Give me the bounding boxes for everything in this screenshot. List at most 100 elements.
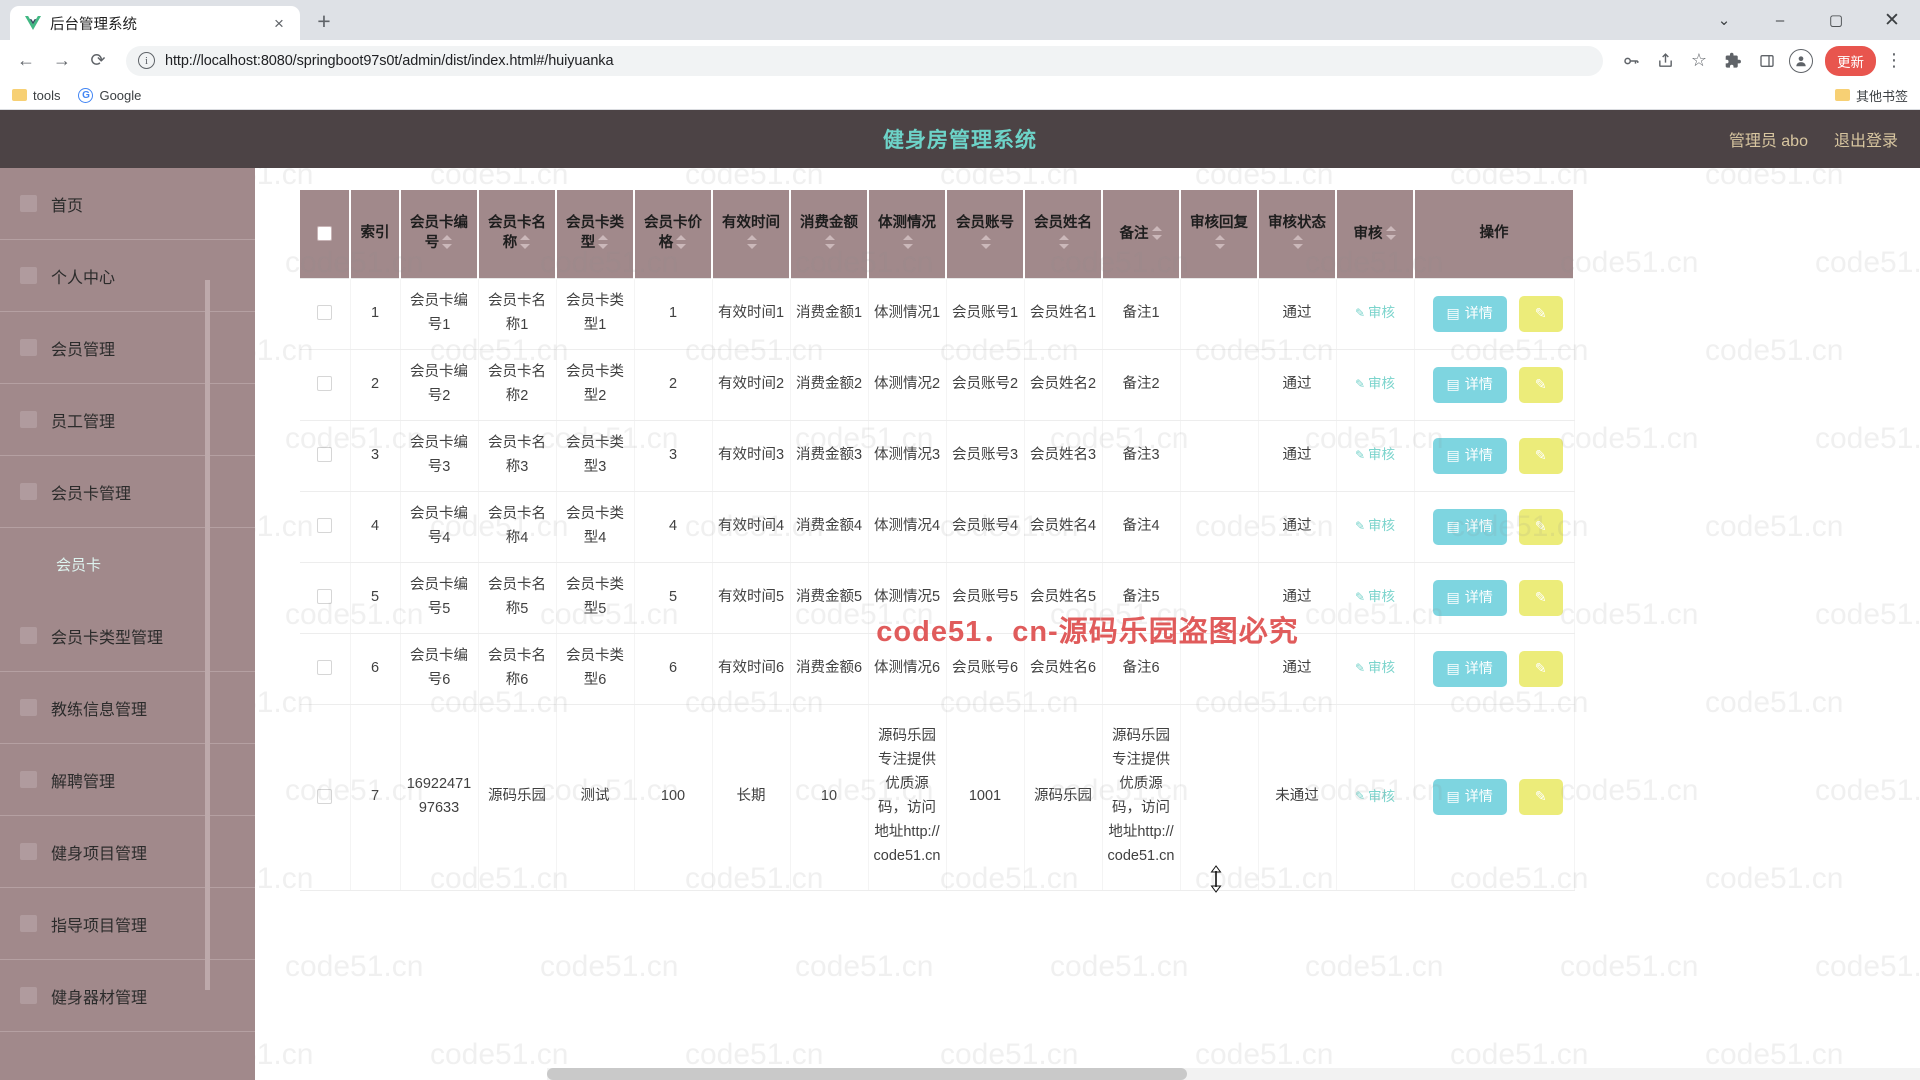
browser-menu-icon[interactable]: ⋮	[1878, 45, 1910, 77]
row-select-cell[interactable]	[300, 420, 351, 492]
detail-button[interactable]: ▤ 详情	[1432, 508, 1507, 545]
row-select-cell[interactable]	[300, 562, 351, 634]
sort-icon[interactable]	[1385, 224, 1397, 244]
row-checkbox[interactable]	[317, 447, 333, 463]
edit-button[interactable]: ✎	[1518, 295, 1563, 332]
sort-icon[interactable]	[1293, 233, 1304, 253]
sidebar-item-10[interactable]: 指导项目管理	[0, 888, 255, 960]
site-info-icon[interactable]: i	[138, 52, 155, 69]
cell-audit-action[interactable]: ✎ 审核	[1336, 491, 1415, 563]
sidebar-item-1[interactable]: 个人中心	[0, 240, 255, 312]
sort-icon[interactable]	[520, 233, 531, 253]
row-checkbox[interactable]	[317, 660, 333, 676]
sort-icon[interactable]	[1059, 233, 1070, 253]
detail-button[interactable]: ▤ 详情	[1432, 579, 1507, 616]
audit-link[interactable]: ✎ 审核	[1355, 302, 1395, 324]
side-panel-icon[interactable]	[1751, 45, 1783, 77]
star-icon[interactable]: ☆	[1683, 45, 1715, 77]
column-header-审核回复[interactable]: 审核回复	[1180, 190, 1259, 279]
row-checkbox[interactable]	[317, 788, 333, 804]
row-select-cell[interactable]	[300, 278, 351, 350]
edit-button[interactable]: ✎	[1518, 437, 1563, 474]
table-row[interactable]: 2 会员卡编号2 会员卡名称2 会员卡类型2 2 有效时间2 消费金额2 体测情况2 会员账号2…	[300, 349, 1575, 421]
audit-link[interactable]: ✎ 审核	[1355, 586, 1395, 608]
column-header-有效时间[interactable]: 有效时间	[712, 190, 791, 279]
close-window-button[interactable]: ✕	[1864, 0, 1920, 40]
sidebar-item-2[interactable]: 会员管理	[0, 312, 255, 384]
column-header-备注[interactable]: 备注	[1102, 190, 1181, 279]
audit-link[interactable]: ✎ 审核	[1355, 373, 1395, 395]
audit-link[interactable]: ✎ 审核	[1355, 786, 1395, 808]
maximize-button[interactable]: ▢	[1808, 0, 1864, 40]
detail-button[interactable]: ▤ 详情	[1432, 295, 1507, 332]
sidebar-item-7[interactable]: 教练信息管理	[0, 672, 255, 744]
sort-icon[interactable]	[981, 233, 992, 253]
extensions-icon[interactable]	[1717, 45, 1749, 77]
cell-audit-action[interactable]: ✎ 审核	[1336, 349, 1415, 421]
new-tab-button[interactable]: +	[307, 4, 341, 38]
minimize-button[interactable]: –	[1752, 0, 1808, 40]
cell-audit-action[interactable]: ✎ 审核	[1336, 278, 1415, 350]
column-header-会员卡编号[interactable]: 会员卡编号	[400, 190, 479, 279]
column-header-消费金额[interactable]: 消费金额	[790, 190, 869, 279]
row-select-cell[interactable]	[300, 349, 351, 421]
table-row[interactable]: 3 会员卡编号3 会员卡名称3 会员卡类型3 3 有效时间3 消费金额3 体测情况3 会员账号3…	[300, 420, 1575, 492]
edit-button[interactable]: ✎	[1518, 779, 1563, 815]
column-header-会员姓名[interactable]: 会员姓名	[1024, 190, 1103, 279]
forward-icon[interactable]: →	[46, 45, 78, 77]
sidebar-item-4[interactable]: 会员卡管理	[0, 456, 255, 528]
sort-icon[interactable]	[825, 233, 836, 253]
back-icon[interactable]: ←	[10, 45, 42, 77]
row-checkbox[interactable]	[317, 518, 333, 534]
profile-avatar[interactable]	[1785, 45, 1817, 77]
row-checkbox[interactable]	[317, 376, 333, 392]
logout-button[interactable]: 退出登录	[1834, 127, 1898, 151]
sort-icon[interactable]	[598, 233, 609, 253]
tab-close-icon[interactable]: ×	[268, 15, 290, 32]
column-header-体测情况[interactable]: 体测情况	[868, 190, 947, 279]
detail-button[interactable]: ▤ 详情	[1432, 779, 1507, 815]
sort-icon[interactable]	[676, 233, 687, 253]
share-icon[interactable]	[1649, 45, 1681, 77]
row-select-cell[interactable]	[300, 633, 351, 705]
cell-audit-action[interactable]: ✎ 审核	[1336, 420, 1415, 492]
column-header-会员账号[interactable]: 会员账号	[946, 190, 1025, 279]
column-header-审核状态[interactable]: 审核状态	[1258, 190, 1337, 279]
column-header-会员卡名称[interactable]: 会员卡名称	[478, 190, 557, 279]
sidebar-item-5[interactable]: 会员卡	[0, 528, 255, 600]
sidebar-item-3[interactable]: 员工管理	[0, 384, 255, 456]
sidebar-item-8[interactable]: 解聘管理	[0, 744, 255, 816]
column-header-会员卡价格[interactable]: 会员卡价格	[634, 190, 713, 279]
bookmark-google[interactable]: G Google	[78, 87, 141, 103]
horizontal-scrollbar[interactable]	[547, 1068, 1920, 1080]
sidebar-item-9[interactable]: 健身项目管理	[0, 816, 255, 888]
chevron-down-icon[interactable]: ⌄	[1696, 0, 1752, 40]
edit-button[interactable]: ✎	[1518, 650, 1563, 687]
scrollbar-thumb[interactable]	[547, 1068, 1187, 1080]
row-select-cell[interactable]	[300, 704, 351, 891]
cell-audit-action[interactable]: ✎ 审核	[1336, 633, 1415, 705]
browser-tab[interactable]: 后台管理系统 ×	[10, 6, 300, 40]
cell-audit-action[interactable]: ✎ 审核	[1336, 562, 1415, 634]
row-checkbox[interactable]	[317, 589, 333, 605]
audit-link[interactable]: ✎ 审核	[1355, 444, 1395, 466]
column-header-审核[interactable]: 审核	[1336, 190, 1415, 279]
edit-button[interactable]: ✎	[1518, 366, 1563, 403]
table-row[interactable]: 4 会员卡编号4 会员卡名称4 会员卡类型4 4 有效时间4 消费金额4 体测情况4 会员账号4…	[300, 491, 1575, 563]
key-icon[interactable]	[1615, 45, 1647, 77]
table-row[interactable]: 1 会员卡编号1 会员卡名称1 会员卡类型1 1 有效时间1 消费金额1 体测情况1 会员账号1…	[300, 278, 1575, 350]
edit-button[interactable]: ✎	[1518, 508, 1563, 545]
row-checkbox[interactable]	[317, 305, 333, 321]
detail-button[interactable]: ▤ 详情	[1432, 366, 1507, 403]
address-bar[interactable]: i http://localhost:8080/springboot97s0t/…	[126, 45, 1603, 76]
bookmark-tools[interactable]: tools	[12, 88, 60, 103]
sidebar-scroll-indicator[interactable]	[205, 280, 210, 990]
sort-icon[interactable]	[1151, 224, 1163, 244]
sidebar-item-11[interactable]: 健身器材管理	[0, 960, 255, 1032]
sidebar-item-6[interactable]: 会员卡类型管理	[0, 600, 255, 672]
audit-link[interactable]: ✎ 审核	[1355, 515, 1395, 537]
select-all-checkbox[interactable]	[317, 225, 332, 241]
cell-audit-action[interactable]: ✎ 审核	[1336, 704, 1415, 891]
sort-icon[interactable]	[1215, 233, 1226, 253]
sidebar-item-0[interactable]: 首页	[0, 168, 255, 240]
